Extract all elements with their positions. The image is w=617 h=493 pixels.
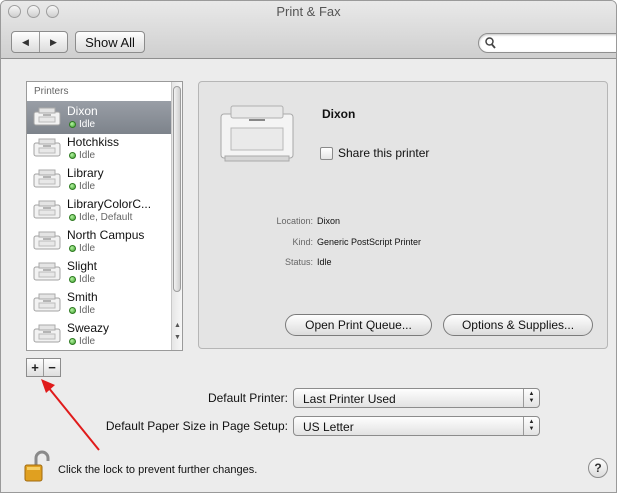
printer-icon [32, 292, 62, 317]
printer-status: Idle [79, 336, 96, 347]
lock-icon[interactable] [23, 450, 51, 484]
share-printer-label: Share this printer [338, 146, 430, 160]
remove-printer-button[interactable]: − [43, 359, 60, 376]
status-dot-icon [69, 183, 76, 190]
window-title: Print & Fax [276, 4, 341, 19]
default-printer-value: Last Printer Used [303, 392, 396, 406]
status-dot-icon [69, 338, 76, 345]
printer-list-item[interactable]: Smith Idle [27, 287, 173, 320]
printer-list-item[interactable]: Slight Idle [27, 256, 173, 289]
status-dot-icon [69, 121, 76, 128]
printer-detail-panel: Dixon Share this printer Location: Dixon… [198, 81, 608, 349]
kind-key: Kind: [292, 237, 313, 247]
add-printer-button[interactable]: + [27, 359, 43, 376]
printers-header: Printers [34, 86, 69, 97]
forward-icon: ▶ [50, 36, 57, 47]
print-fax-window: Print & Fax ◀ ▶ Show All Printers Dixon I… [0, 0, 617, 493]
default-paper-size-label: Default Paper Size in Page Setup: [105, 419, 288, 433]
printer-icon [32, 137, 62, 162]
default-paper-size-value: US Letter [303, 420, 354, 434]
back-forward-control: ◀ ▶ [11, 31, 68, 53]
printer-icon [32, 323, 62, 348]
selected-printer-name: Dixon [322, 107, 356, 121]
back-icon: ◀ [22, 36, 29, 47]
printer-list-item[interactable]: LibraryColorC... Idle, Default [27, 194, 173, 227]
printer-list-item[interactable]: Sweazy Idle [27, 318, 173, 350]
printer-name: Hotchkiss [67, 135, 120, 149]
back-button[interactable]: ◀ [12, 32, 39, 52]
printer-icon [32, 261, 62, 286]
printer-list-scrollbar[interactable]: ▲ ▼ [171, 82, 182, 350]
open-print-queue-button[interactable]: Open Print Queue... [285, 314, 432, 336]
status-dot-icon [69, 276, 76, 283]
printer-name: Sweazy [67, 321, 110, 335]
location-row: Location: Dixon [199, 216, 340, 226]
printer-name: Library [67, 166, 104, 180]
printer-status: Idle [79, 243, 96, 254]
popup-arrows-icon: ▲ ▼ [523, 389, 539, 407]
popup-arrows-icon: ▲ ▼ [523, 417, 539, 435]
scrollbar-thumb[interactable] [173, 86, 181, 292]
default-printer-select[interactable]: Last Printer Used ▲ ▼ [293, 388, 540, 408]
add-remove-control: + − [26, 358, 61, 377]
show-all-button[interactable]: Show All [75, 31, 145, 53]
scroll-down-arrow-icon[interactable]: ▼ [174, 334, 181, 341]
printer-icon [32, 106, 62, 131]
status-value: Idle [317, 257, 332, 267]
printer-status: Idle [79, 150, 96, 161]
printer-status: Idle [79, 181, 96, 192]
kind-value: Generic PostScript Printer [317, 237, 422, 247]
printer-list-item[interactable]: Library Idle [27, 163, 173, 196]
printer-list[interactable]: Printers Dixon Idle Hotchkiss Idle Library Id… [26, 81, 183, 351]
forward-button[interactable]: ▶ [39, 32, 67, 52]
location-value: Dixon [317, 216, 341, 226]
printer-name: Smith [67, 290, 98, 304]
lock-message: Click the lock to prevent further change… [58, 464, 258, 476]
scroll-up-arrow-icon[interactable]: ▲ [174, 322, 181, 329]
printer-name: LibraryColorC... [67, 197, 152, 211]
printer-name: Dixon [67, 104, 98, 118]
printer-list-item[interactable]: Hotchkiss Idle [27, 132, 173, 165]
options-supplies-button[interactable]: Options & Supplies... [443, 314, 593, 336]
printer-status: Idle [79, 305, 96, 316]
printer-list-item[interactable]: Dixon Idle [27, 101, 173, 134]
default-paper-size-select[interactable]: US Letter ▲ ▼ [293, 416, 540, 436]
kind-row: Kind: Generic PostScript Printer [199, 237, 421, 247]
printer-name: North Campus [67, 228, 145, 242]
printer-status: Idle, Default [79, 212, 133, 223]
status-row: Status: Idle [199, 257, 332, 267]
location-key: Location: [276, 216, 313, 226]
printer-icon [32, 199, 62, 224]
printer-status: Idle [79, 119, 96, 130]
status-dot-icon [69, 245, 76, 252]
share-checkbox-box[interactable] [320, 146, 333, 160]
search-input[interactable] [478, 33, 616, 53]
status-dot-icon [69, 152, 76, 159]
help-button[interactable]: ? [588, 458, 608, 478]
status-dot-icon [69, 307, 76, 314]
search-icon [485, 37, 496, 49]
printer-list-item[interactable]: North Campus Idle [27, 225, 173, 258]
status-dot-icon [69, 214, 76, 221]
share-printer-checkbox[interactable]: Share this printer [320, 146, 429, 160]
toolbar: Print & Fax ◀ ▶ Show All [1, 1, 616, 59]
printer-icon [32, 168, 62, 193]
default-printer-label: Default Printer: [207, 391, 288, 405]
printer-status: Idle [79, 274, 96, 285]
printer-large-icon [220, 105, 294, 162]
printer-name: Slight [67, 259, 98, 273]
printer-icon [32, 230, 62, 255]
status-key: Status: [284, 257, 313, 267]
